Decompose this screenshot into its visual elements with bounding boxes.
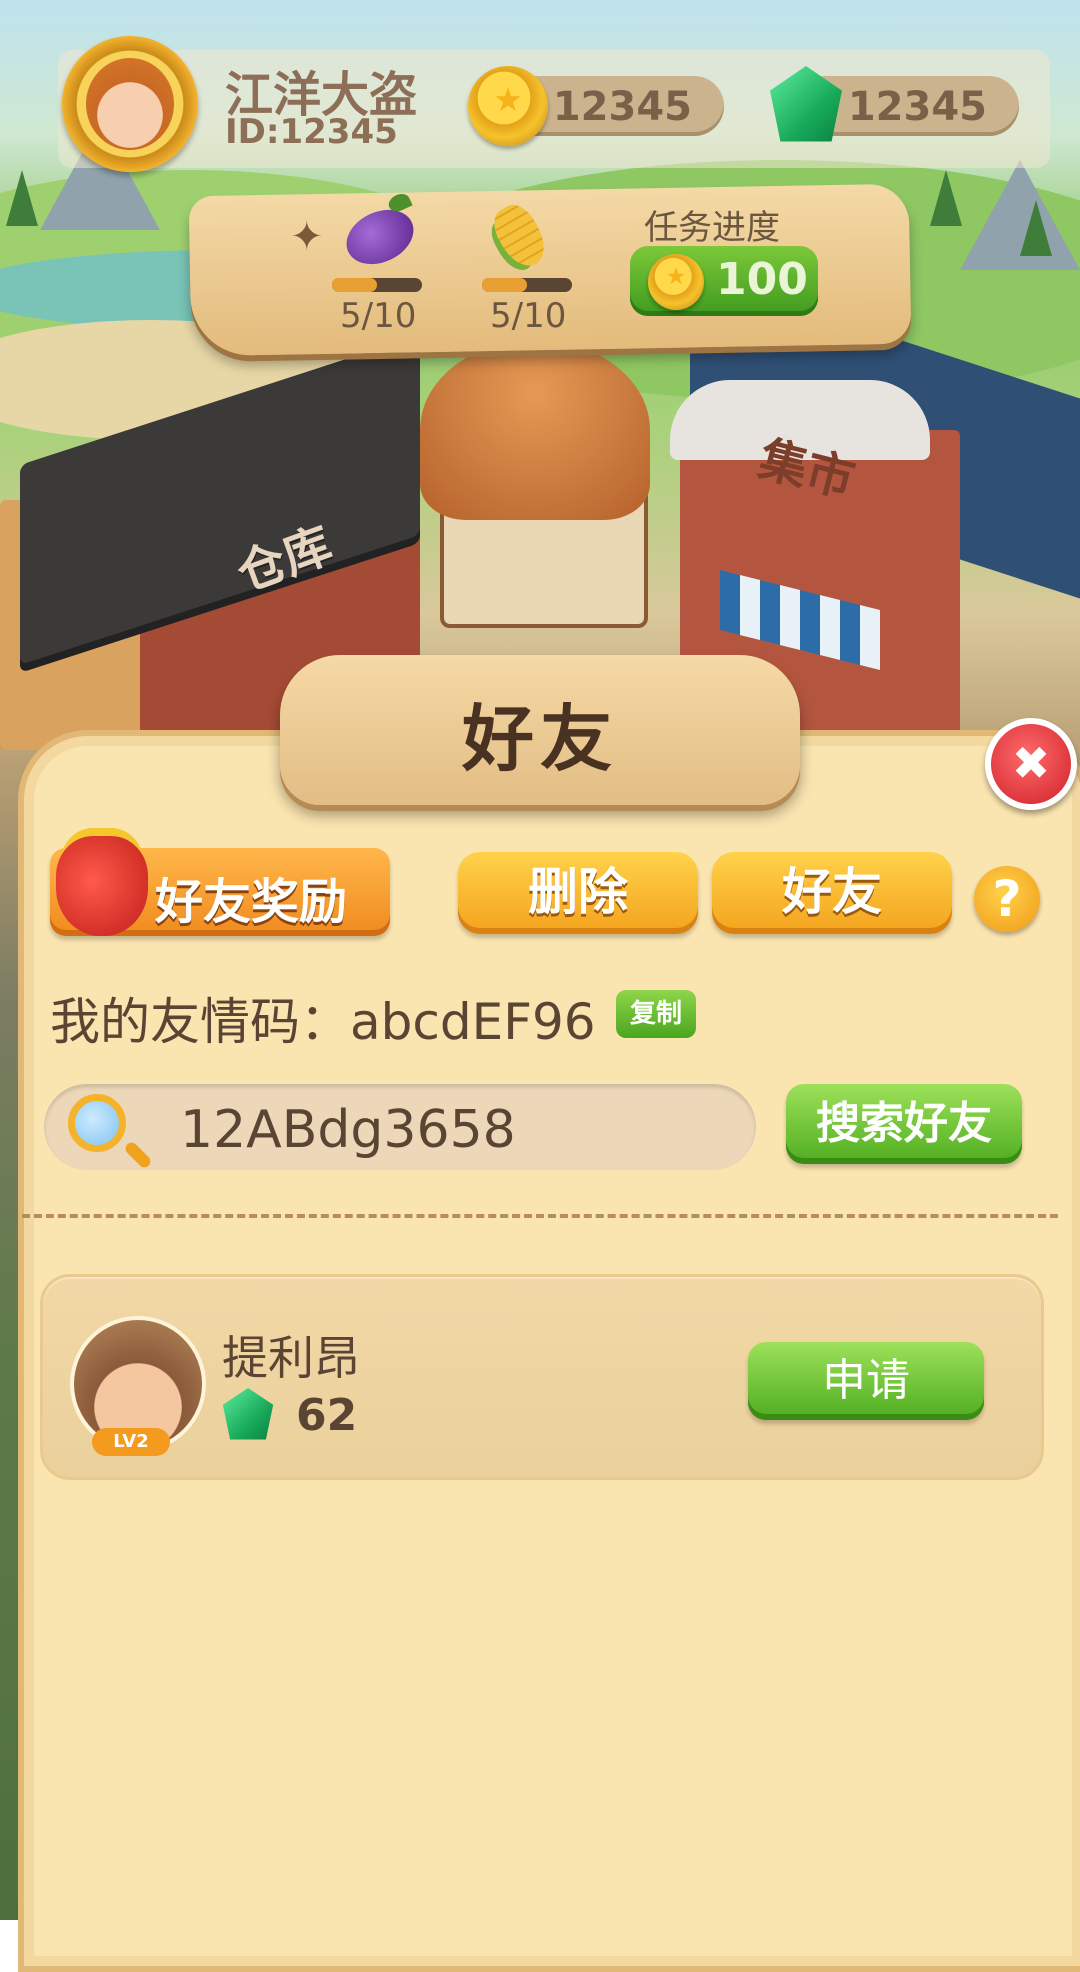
player-avatar[interactable]: [62, 36, 198, 172]
quest-progress-corn: 5/10: [490, 296, 567, 336]
copy-button[interactable]: 复制: [616, 990, 696, 1038]
help-button[interactable]: ?: [974, 866, 1040, 932]
close-button[interactable]: ✖: [985, 718, 1077, 810]
friend-reward-label: 好友奖励: [155, 874, 348, 930]
panel-title: 好友: [461, 697, 618, 781]
delete-button[interactable]: 删除: [458, 852, 698, 934]
player-id: ID:12345: [225, 112, 398, 152]
coin-icon: [648, 254, 704, 310]
task-reward-amount: 100: [716, 254, 808, 305]
quest-progress-eggplant: 5/10: [340, 296, 417, 336]
search-input-value[interactable]: 12ABdg3658: [180, 1100, 516, 1160]
tree: [1020, 200, 1052, 256]
level-badge: LV2: [92, 1428, 170, 1456]
money-bag-icon: [56, 836, 148, 936]
task-progress-title: 任务进度: [644, 208, 780, 248]
avatar-face-icon: [86, 58, 174, 150]
dashed-divider: [22, 1214, 1058, 1218]
tree: [930, 170, 962, 226]
coin-amount: 12345: [552, 84, 692, 130]
friend-name: 提利昂: [222, 1331, 360, 1385]
coin-icon: [468, 66, 548, 146]
friends-button[interactable]: 好友: [712, 852, 952, 934]
gem-amount: 12345: [847, 84, 987, 130]
silo-roof: [420, 340, 650, 520]
apply-button[interactable]: 申请: [748, 1342, 984, 1420]
progress-fill: [332, 278, 377, 292]
progress-fill: [482, 278, 527, 292]
sparkle-icon: ✦: [290, 214, 324, 260]
friendship-code: 我的友情码：abcdEF96: [50, 993, 596, 1051]
friend-gem-count: 62: [296, 1390, 358, 1441]
quest-progress-bar-eggplant: [332, 278, 422, 292]
tree: [6, 170, 38, 226]
magnifier-search-icon: [68, 1094, 126, 1152]
quest-progress-bar-corn: [482, 278, 572, 292]
search-friends-button[interactable]: 搜索好友: [786, 1084, 1022, 1164]
